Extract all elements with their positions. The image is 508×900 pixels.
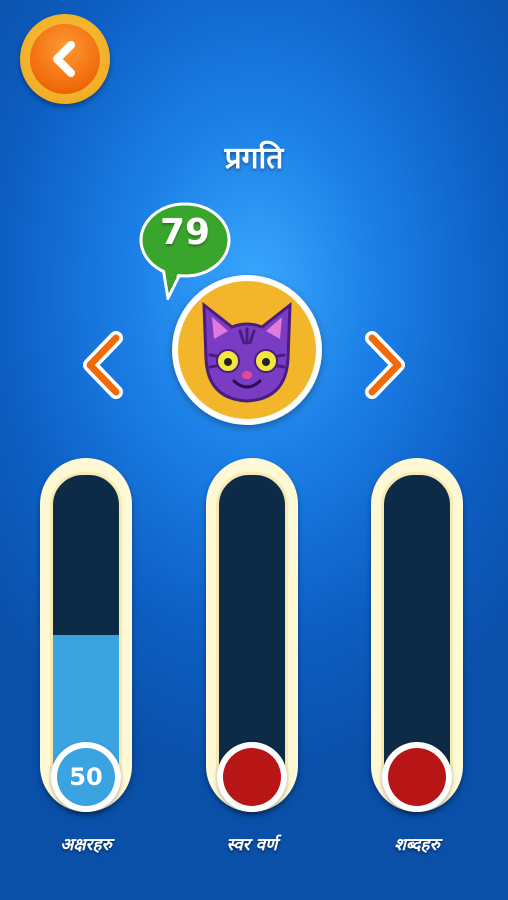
- back-button[interactable]: [20, 14, 110, 104]
- progress-badge: 50: [51, 742, 121, 812]
- score-value: 79: [159, 212, 211, 253]
- next-character-button[interactable]: [360, 330, 410, 400]
- progress-badge: [382, 742, 452, 812]
- chevron-left-icon: [53, 41, 75, 77]
- progress-bar-vowels: [206, 458, 298, 812]
- progress-bar-words: [371, 458, 463, 812]
- progress-label-letters: अक्षरहरु: [60, 835, 112, 855]
- progress-label-vowels: स्वर वर्ण: [226, 835, 278, 855]
- chevron-right-icon: [365, 331, 405, 399]
- progress-value: 50: [57, 748, 115, 806]
- page-title: प्रगति: [224, 141, 284, 176]
- progress-value: [223, 748, 281, 806]
- character-avatar[interactable]: [172, 275, 322, 425]
- prev-character-button[interactable]: [78, 330, 128, 400]
- score-bubble: 79: [138, 200, 232, 303]
- progress-value: [388, 748, 446, 806]
- progress-bar-letters: 50: [40, 458, 132, 812]
- purple-cat-icon: [178, 281, 316, 419]
- progress-label-words: शब्दहरु: [394, 835, 440, 855]
- back-button-face: [30, 24, 100, 94]
- progress-badge: [217, 742, 287, 812]
- chevron-left-icon: [83, 331, 123, 399]
